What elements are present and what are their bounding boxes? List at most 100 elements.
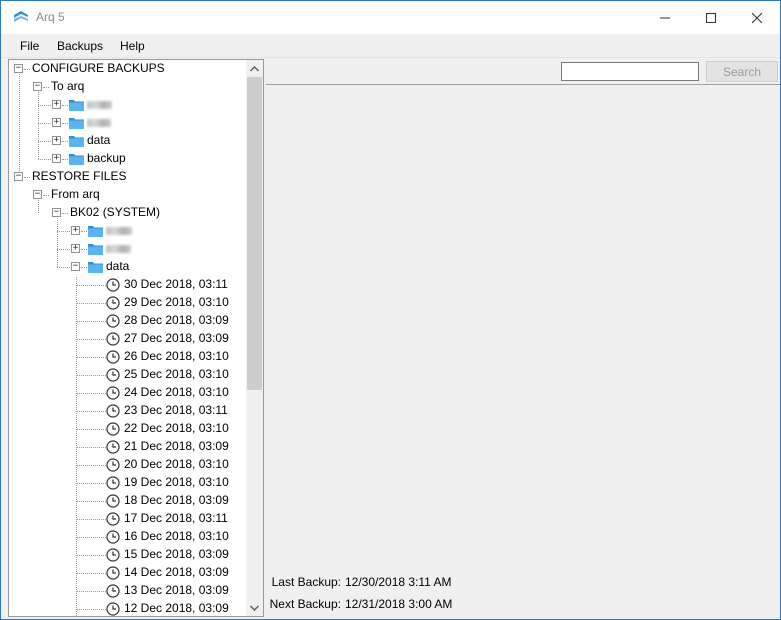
snapshot-node[interactable]: 29 Dec 2018, 03:10	[124, 295, 229, 309]
folder-icon	[69, 154, 84, 165]
snapshot-node[interactable]: 13 Dec 2018, 03:09	[124, 583, 229, 597]
from-arq-node[interactable]: From arq	[51, 187, 100, 201]
last-backup-value: 12/30/2018 3:11 AM	[345, 575, 452, 589]
restore-files-toggle[interactable]: −	[14, 172, 23, 181]
menu-help[interactable]: Help	[120, 39, 145, 53]
folder-icon	[88, 226, 103, 237]
snapshot-node[interactable]: 17 Dec 2018, 03:11	[124, 511, 228, 525]
configure-backups-node[interactable]: CONFIGURE BACKUPS	[32, 61, 165, 75]
snapshot-node[interactable]: 25 Dec 2018, 03:10	[124, 367, 229, 381]
tree-connector	[19, 69, 20, 177]
next-backup-label: Next Backup:	[269, 597, 341, 611]
snapshot-node[interactable]: 27 Dec 2018, 03:09	[124, 331, 229, 345]
snapshot-node[interactable]: 12 Dec 2018, 03:09	[124, 601, 229, 615]
redacted-folder-name	[87, 101, 112, 109]
configure-folder-node[interactable]: data	[87, 133, 110, 147]
snapshot-node[interactable]: 21 Dec 2018, 03:09	[124, 439, 229, 453]
maximize-button[interactable]	[688, 1, 734, 34]
tree-connector	[76, 501, 106, 502]
clock-icon	[106, 278, 120, 292]
clock-icon	[106, 386, 120, 400]
snapshot-node[interactable]: 16 Dec 2018, 03:10	[124, 529, 229, 543]
minimize-icon	[660, 17, 670, 18]
snapshot-node[interactable]: 26 Dec 2018, 03:10	[124, 349, 229, 363]
configure-folder-node[interactable]: backup	[87, 151, 126, 165]
chevron-up-icon	[250, 65, 259, 72]
folder-icon	[88, 244, 103, 255]
search-input[interactable]	[561, 62, 699, 81]
menu-file[interactable]: File	[20, 39, 39, 53]
tree-connector	[81, 267, 87, 268]
search-button[interactable]: Search	[706, 61, 778, 82]
restore-folder-toggle[interactable]: +	[71, 244, 80, 253]
search-bar: Search	[266, 59, 780, 85]
clock-icon	[106, 512, 120, 526]
restore-folder-node[interactable]: data	[106, 259, 129, 273]
snapshot-node[interactable]: 28 Dec 2018, 03:09	[124, 313, 229, 327]
title-bar: Arq 5	[1, 1, 780, 34]
computer-toggle[interactable]: −	[52, 208, 61, 217]
configure-folder-toggle[interactable]: +	[52, 136, 61, 145]
tree-connector	[43, 87, 49, 88]
clock-icon	[106, 440, 120, 454]
tree-connector	[62, 123, 68, 124]
snapshot-node[interactable]: 19 Dec 2018, 03:10	[124, 475, 229, 489]
tree-connector	[76, 447, 106, 448]
clock-icon	[106, 296, 120, 310]
backup-tree[interactable]: − CONFIGURE BACKUPS − To arq + + + data + backup −…	[8, 59, 264, 617]
chevron-down-icon	[250, 604, 259, 611]
folder-icon	[69, 136, 84, 147]
tree-connector	[76, 465, 106, 466]
to-arq-node[interactable]: To arq	[51, 79, 84, 93]
close-button[interactable]	[734, 1, 780, 34]
tree-connector	[81, 249, 87, 250]
tree-connector	[57, 213, 58, 267]
snapshot-node[interactable]: 14 Dec 2018, 03:09	[124, 565, 229, 579]
configure-folder-toggle[interactable]: +	[52, 154, 61, 163]
scroll-down-button[interactable]	[246, 599, 263, 616]
tree-connector	[81, 231, 87, 232]
tree-connector	[76, 555, 106, 556]
minimize-button[interactable]	[642, 1, 688, 34]
maximize-icon	[706, 12, 716, 23]
snapshot-node[interactable]: 22 Dec 2018, 03:10	[124, 421, 229, 435]
snapshot-node[interactable]: 15 Dec 2018, 03:09	[124, 547, 229, 561]
tree-connector	[76, 339, 106, 340]
next-backup-value: 12/31/2018 3:00 AM	[345, 597, 453, 611]
computer-node[interactable]: BK02 (SYSTEM)	[70, 205, 160, 219]
next-backup-row: Next Backup: 12/31/2018 3:00 AM	[266, 597, 453, 611]
tree-scrollbar[interactable]	[246, 60, 263, 616]
tree-connector	[24, 177, 30, 178]
snapshot-node[interactable]: 30 Dec 2018, 03:11	[124, 277, 228, 291]
menu-bar: File Backups Help	[1, 34, 780, 58]
tree-connector	[24, 69, 30, 70]
scroll-up-button[interactable]	[246, 60, 263, 77]
configure-backups-toggle[interactable]: −	[14, 64, 23, 73]
last-backup-label: Last Backup:	[271, 575, 341, 589]
snapshot-node[interactable]: 20 Dec 2018, 03:10	[124, 457, 229, 471]
restore-folder-toggle[interactable]: +	[71, 226, 80, 235]
snapshot-node[interactable]: 23 Dec 2018, 03:11	[124, 403, 228, 417]
clock-icon	[106, 422, 120, 436]
clock-icon	[106, 566, 120, 580]
tree-connector	[76, 573, 106, 574]
configure-folder-toggle[interactable]: +	[52, 118, 61, 127]
clock-icon	[106, 548, 120, 562]
tree-connector	[76, 285, 106, 286]
from-arq-toggle[interactable]: −	[33, 190, 42, 199]
restore-files-node[interactable]: RESTORE FILES	[32, 169, 126, 183]
snapshot-node[interactable]: 24 Dec 2018, 03:10	[124, 385, 229, 399]
arq-window: Arq 5 File Backups Help − CONFIGURE BACKU…	[0, 0, 781, 620]
scroll-thumb[interactable]	[247, 77, 262, 390]
tree-connector	[76, 537, 106, 538]
tree-connector	[76, 591, 106, 592]
menu-backups[interactable]: Backups	[57, 39, 103, 53]
snapshot-node[interactable]: 18 Dec 2018, 03:09	[124, 493, 229, 507]
restore-folder-toggle[interactable]: −	[71, 262, 80, 271]
folder-icon	[69, 100, 84, 111]
to-arq-toggle[interactable]: −	[33, 82, 42, 91]
configure-folder-toggle[interactable]: +	[52, 100, 61, 109]
tree-connector	[76, 609, 106, 610]
clock-icon	[106, 530, 120, 544]
tree-connector	[76, 357, 106, 358]
